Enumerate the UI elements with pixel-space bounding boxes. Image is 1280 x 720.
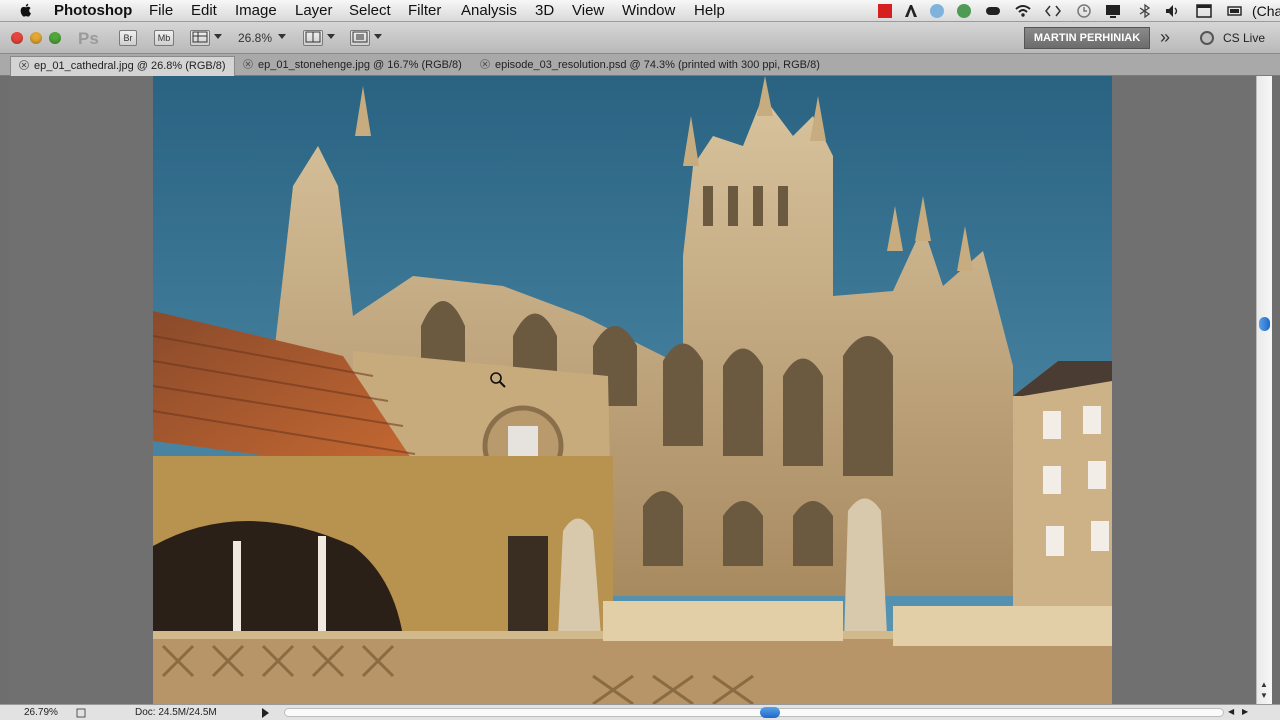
- cs-live-icon[interactable]: [1200, 31, 1214, 45]
- battery-icon[interactable]: [1227, 3, 1243, 19]
- workspace-switcher-button[interactable]: MARTIN PERHINIAK: [1024, 27, 1150, 49]
- close-tab-icon[interactable]: [19, 60, 29, 70]
- tab-stonehenge[interactable]: ep_01_stonehenge.jpg @ 16.7% (RGB/8): [235, 56, 470, 76]
- wifi-icon[interactable]: [1015, 3, 1031, 19]
- zoom-level-field[interactable]: 26.8%: [238, 31, 272, 45]
- menu-window[interactable]: Window: [622, 3, 675, 19]
- menu-analysis[interactable]: Analysis: [461, 3, 517, 19]
- vertical-scroll-thumb[interactable]: [1259, 317, 1270, 331]
- minimize-window-button[interactable]: [30, 32, 42, 44]
- horizontal-scroll-thumb[interactable]: [760, 707, 780, 718]
- cs-live-menu[interactable]: CS Live: [1223, 31, 1265, 45]
- tab-label: ep_01_cathedral.jpg @ 26.8% (RGB/8): [34, 60, 226, 72]
- chevron-down-icon[interactable]: [327, 34, 335, 39]
- screen-mode-button[interactable]: [350, 30, 370, 46]
- launch-mini-bridge-button[interactable]: Mb: [154, 30, 174, 46]
- menu-help[interactable]: Help: [694, 3, 725, 19]
- more-workspaces-icon[interactable]: »: [1160, 28, 1170, 46]
- menu-edit[interactable]: Edit: [191, 3, 217, 19]
- menu-app-name[interactable]: Photoshop: [54, 3, 132, 19]
- evernote-icon[interactable]: [956, 3, 972, 19]
- status-menu-arrow-icon[interactable]: [262, 708, 269, 718]
- chevron-down-icon[interactable]: [278, 34, 286, 39]
- tab-resolution[interactable]: episode_03_resolution.psd @ 74.3% (print…: [472, 56, 852, 76]
- zoom-cursor-icon: [490, 372, 506, 388]
- tab-label: episode_03_resolution.psd @ 74.3% (print…: [495, 59, 820, 71]
- code-brackets-icon[interactable]: [1045, 3, 1061, 19]
- chevron-down-icon[interactable]: [214, 34, 222, 39]
- menu-view[interactable]: View: [572, 3, 604, 19]
- scroll-up-icon[interactable]: ▲: [1260, 680, 1268, 689]
- scroll-left-icon[interactable]: ◀: [1228, 707, 1234, 716]
- launch-bridge-button[interactable]: Br: [119, 30, 137, 46]
- document-canvas-area[interactable]: [10, 76, 1256, 704]
- apple-icon[interactable]: [18, 2, 34, 18]
- calendar-icon[interactable]: [1196, 3, 1212, 19]
- document-size-info[interactable]: Doc: 24.5M/24.5M: [135, 707, 217, 718]
- arrange-documents-button[interactable]: [303, 30, 323, 46]
- screen-mode-icon: [352, 31, 368, 43]
- display-icon[interactable]: [1105, 3, 1121, 19]
- document-tab-bar: ep_01_cathedral.jpg @ 26.8% (RGB/8) ep_0…: [0, 54, 1280, 76]
- close-window-button[interactable]: [11, 32, 23, 44]
- ps-logo: Ps: [78, 29, 99, 48]
- mac-menu-bar: Photoshop File Edit Image Layer Select F…: [0, 0, 1280, 22]
- menu-image[interactable]: Image: [235, 3, 277, 19]
- cathedral-photo[interactable]: [153, 76, 1112, 704]
- menu-3d[interactable]: 3D: [535, 3, 554, 19]
- status-zoom-field[interactable]: 26.79%: [24, 707, 58, 718]
- tab-label: ep_01_stonehenge.jpg @ 16.7% (RGB/8): [258, 59, 462, 71]
- adobe-icon[interactable]: [903, 3, 919, 19]
- bluetooth-icon[interactable]: [1137, 3, 1153, 19]
- proof-icon[interactable]: [76, 708, 86, 718]
- tab-cathedral[interactable]: ep_01_cathedral.jpg @ 26.8% (RGB/8): [10, 56, 235, 76]
- vertical-scrollbar[interactable]: ▲ ▼: [1256, 76, 1272, 704]
- scroll-down-icon[interactable]: ▼: [1260, 691, 1268, 700]
- menu-filter[interactable]: Filter: [408, 3, 441, 19]
- horizontal-scrollbar[interactable]: [284, 708, 1224, 717]
- close-tab-icon[interactable]: [480, 59, 490, 69]
- zoom-window-button[interactable]: [49, 32, 61, 44]
- chevron-down-icon[interactable]: [374, 34, 382, 39]
- menu-clock[interactable]: (Cha: [1252, 3, 1280, 19]
- window-edge: [1272, 76, 1280, 704]
- volume-icon[interactable]: [1165, 3, 1181, 19]
- scroll-right-icon[interactable]: ▶: [1242, 707, 1248, 716]
- grid-icon: [192, 31, 208, 43]
- photoshop-application-bar: Ps Br Mb 26.8% MARTIN PERHINIAK » CS Liv…: [0, 22, 1280, 54]
- status-bar: 26.79% Doc: 24.5M/24.5M ◀ ▶: [0, 704, 1280, 720]
- cathedral-photo-illustration: [153, 76, 1112, 704]
- menu-layer[interactable]: Layer: [295, 3, 333, 19]
- arrange-icon: [305, 31, 321, 43]
- gamepad-icon[interactable]: [985, 3, 1001, 19]
- menu-select[interactable]: Select: [349, 3, 391, 19]
- record-icon[interactable]: [877, 3, 893, 19]
- time-machine-icon[interactable]: [1076, 3, 1092, 19]
- close-tab-icon[interactable]: [243, 59, 253, 69]
- dropbox-icon[interactable]: [929, 3, 945, 19]
- view-extras-button[interactable]: [190, 30, 210, 46]
- menu-file[interactable]: File: [149, 3, 173, 19]
